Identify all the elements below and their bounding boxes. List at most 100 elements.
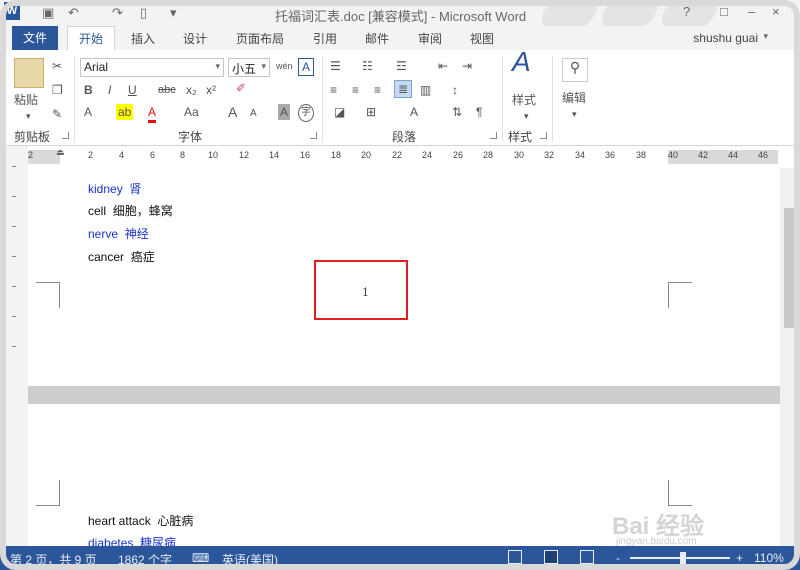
vocab-english: heart attack <box>88 514 151 528</box>
text-effects-icon[interactable]: A <box>84 104 92 120</box>
close-icon[interactable]: × <box>772 4 780 19</box>
minimize-icon[interactable]: – <box>748 4 755 19</box>
save-icon[interactable]: ▣ <box>42 5 54 21</box>
paste-icon[interactable] <box>14 58 44 88</box>
zoom-in-button[interactable]: + <box>736 551 743 565</box>
sort-icon[interactable]: ⇅ <box>452 104 462 120</box>
tab-design[interactable]: 设计 <box>183 30 207 47</box>
paragraph-dialog-launcher-icon[interactable] <box>490 132 497 139</box>
tab-layout[interactable]: 页面布局 <box>236 30 284 47</box>
proofing-icon[interactable]: ⌨ <box>192 551 209 565</box>
zoom-out-button[interactable]: - <box>616 551 620 565</box>
binoculars-icon[interactable]: ⚲ <box>562 58 588 82</box>
font-dialog-launcher-icon[interactable] <box>310 132 317 139</box>
tab-file[interactable]: 文件 <box>12 26 58 50</box>
chevron-down-icon[interactable]: ▾ <box>261 61 266 72</box>
character-shading-button[interactable]: A <box>278 104 291 120</box>
clear-formatting-icon[interactable]: ✐ <box>236 80 246 96</box>
superscript-button[interactable]: x² <box>206 82 216 98</box>
grow-font-button[interactable]: A <box>228 104 237 120</box>
font-name-box[interactable]: Arial ▾ <box>80 58 224 77</box>
clipboard-dialog-launcher-icon[interactable] <box>62 132 69 139</box>
numbering-icon[interactable]: ☷ <box>362 58 373 74</box>
shading-icon[interactable]: ◪ <box>334 104 345 120</box>
vocab-line[interactable]: heart attack 心脏病 <box>88 512 193 529</box>
tab-mailings[interactable]: 邮件 <box>365 30 389 47</box>
strikethrough-button[interactable]: abc <box>158 82 176 98</box>
first-line-indent-marker[interactable]: ⏏ <box>56 147 65 158</box>
vocab-line[interactable]: kidney 肾 <box>88 180 141 197</box>
zoom-level[interactable]: 110% <box>754 551 784 565</box>
crop-mark <box>36 480 60 506</box>
page[interactable]: kidney 肾 cell 细胞，蜂窝 nerve 神经 cancer 癌症 1 <box>28 168 788 386</box>
chevron-down-icon[interactable]: ▾ <box>524 108 529 124</box>
format-painter-icon[interactable]: ✎ <box>52 106 62 122</box>
bullets-icon[interactable]: ☰ <box>330 58 341 74</box>
bold-button[interactable]: B <box>84 82 93 98</box>
asian-layout-icon[interactable]: A <box>410 104 418 120</box>
align-left-icon[interactable]: ≡ <box>330 82 337 98</box>
vocab-line[interactable]: cancer 癌症 <box>88 248 155 265</box>
zoom-slider-thumb[interactable] <box>680 552 686 564</box>
line-spacing-icon[interactable]: ↕ <box>452 82 458 98</box>
phonetic-guide-icon[interactable]: wén <box>276 58 293 74</box>
cut-icon[interactable]: ✂ <box>52 58 62 74</box>
subscript-button[interactable]: x₂ <box>186 82 197 98</box>
vocab-line[interactable]: diabetes 糖尿病 <box>88 534 176 546</box>
highlight-color-button[interactable]: ab <box>116 104 134 120</box>
distributed-icon[interactable]: ▥ <box>420 82 431 98</box>
change-case-button[interactable]: Aa <box>184 104 199 120</box>
styles-dialog-launcher-icon[interactable] <box>540 132 547 139</box>
help-icon[interactable]: ? <box>683 4 690 19</box>
tab-insert[interactable]: 插入 <box>131 30 155 47</box>
print-layout-icon[interactable] <box>544 550 558 564</box>
show-marks-icon[interactable]: ¶ <box>476 104 482 120</box>
styles-icon[interactable]: A <box>512 48 531 76</box>
read-mode-icon[interactable] <box>508 550 522 564</box>
scrollbar-thumb[interactable] <box>784 208 796 328</box>
paste-button[interactable]: 粘贴 <box>14 92 38 108</box>
underline-button[interactable]: U <box>128 82 137 98</box>
new-document-icon[interactable]: ▯ <box>140 5 147 21</box>
chevron-down-icon[interactable]: ▾ <box>572 106 577 122</box>
copy-icon[interactable]: ❐ <box>52 82 63 98</box>
vocab-line[interactable]: nerve 神经 <box>88 225 149 242</box>
font-size-box[interactable]: 小五 ▾ <box>228 58 270 77</box>
page-count[interactable]: 第 2 页，共 9 页 <box>10 551 97 568</box>
word-app-icon[interactable]: W <box>4 2 20 20</box>
font-color-button[interactable]: A <box>148 104 157 123</box>
align-center-icon[interactable]: ≡ <box>352 82 359 98</box>
redo-icon[interactable]: ↷ <box>112 5 123 21</box>
character-border-icon[interactable]: A <box>298 58 314 76</box>
styles-button[interactable]: 样式 <box>512 92 536 108</box>
vocab-line[interactable]: cell 细胞，蜂窝 <box>88 202 173 219</box>
ruler-tick: 34 <box>575 150 586 160</box>
justify-icon[interactable]: ≣ <box>394 80 412 98</box>
tab-references[interactable]: 引用 <box>313 30 337 47</box>
multilevel-list-icon[interactable]: ☲ <box>396 58 407 74</box>
language-indicator[interactable]: 英语(美国) <box>222 551 278 568</box>
decrease-indent-icon[interactable]: ⇤ <box>438 58 448 74</box>
chevron-down-icon[interactable]: ▾ <box>215 61 220 72</box>
borders-icon[interactable]: ⊞ <box>366 104 376 120</box>
editing-button[interactable]: 编辑 <box>562 90 586 106</box>
shrink-font-button[interactable]: A <box>250 106 257 122</box>
user-account[interactable]: shushu guai <box>693 31 758 45</box>
increase-indent-icon[interactable]: ⇥ <box>462 58 472 74</box>
web-layout-icon[interactable] <box>580 550 594 564</box>
chevron-down-icon[interactable]: ▾ <box>763 31 768 42</box>
restore-icon[interactable]: □ <box>720 4 728 19</box>
undo-icon[interactable]: ↶ <box>68 5 79 21</box>
document-area[interactable]: kidney 肾 cell 细胞，蜂窝 nerve 神经 cancer 癌症 1… <box>28 168 788 546</box>
tab-review[interactable]: 审阅 <box>418 30 442 47</box>
page-gap <box>28 386 788 404</box>
word-count[interactable]: 1862 个字 <box>118 551 172 568</box>
chevron-down-icon[interactable]: ▾ <box>26 108 31 124</box>
italic-button[interactable]: I <box>108 82 111 98</box>
customize-quick-access-icon[interactable]: ▾ <box>170 5 177 21</box>
enclose-characters-button[interactable]: 字 <box>298 104 314 122</box>
align-right-icon[interactable]: ≡ <box>374 82 381 98</box>
tab-home[interactable]: 开始 <box>67 26 115 51</box>
vertical-scrollbar[interactable] <box>780 168 800 546</box>
tab-view[interactable]: 视图 <box>470 30 494 47</box>
